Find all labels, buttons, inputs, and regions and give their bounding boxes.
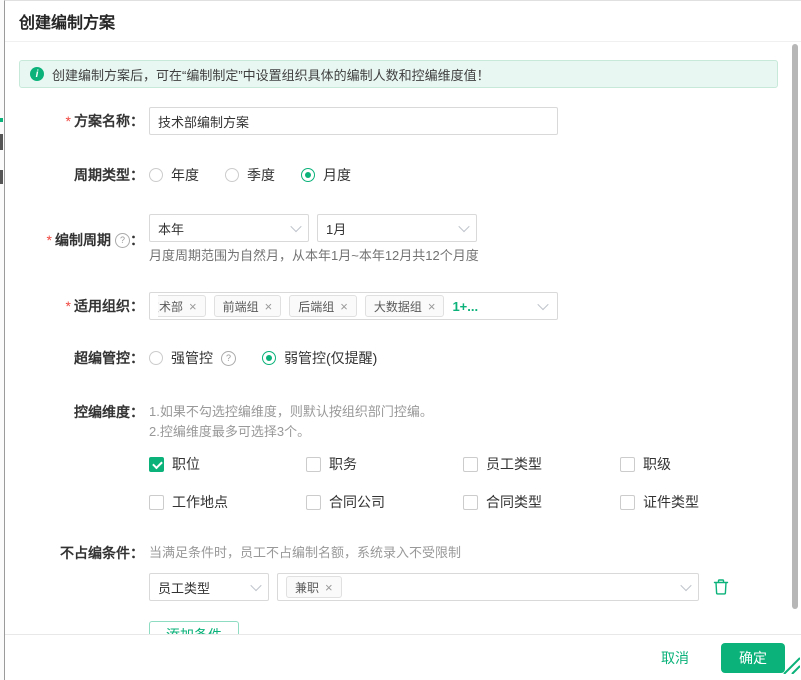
vertical-scrollbar[interactable] — [792, 44, 798, 609]
checkbox-contract-company[interactable]: 合同公司 — [306, 492, 463, 512]
dialog-body: i 创建编制方案后，可在“编制制定”中设置组织具体的编制人数和控编维度值！ * … — [5, 43, 801, 634]
checkbox-contract-type[interactable]: 合同类型 — [463, 492, 620, 512]
underlying-page-artifact — [0, 170, 3, 184]
checkbox-icon[interactable] — [149, 495, 164, 510]
underlying-page-artifact — [0, 134, 3, 150]
exempt-condition-label: 不占编条件： — [5, 544, 144, 634]
row-over-control: 超编管控： 强管控 ? 弱管控(仅提醒) — [5, 344, 801, 372]
row-cycle-type: 周期类型： 年度 季度 月度 — [5, 161, 801, 189]
org-overflow-count[interactable]: 1+... — [452, 299, 478, 314]
radio-circle-icon[interactable] — [149, 351, 163, 365]
applicable-org-label: * 适用组织： — [5, 292, 144, 320]
exempt-helper: 当满足条件时，员工不占编制名额，系统录入不受限制 — [149, 544, 801, 562]
row-applicable-org: * 适用组织： 技术部 × 前端组 × — [5, 292, 801, 320]
info-icon: i — [30, 67, 44, 81]
checkbox-checked-icon[interactable] — [149, 457, 164, 472]
condition-value-tag: 兼职 × — [286, 576, 342, 598]
org-multiselect[interactable]: 技术部 × 前端组 × 后端组 × — [149, 292, 558, 320]
over-control-label: 超编管控： — [5, 344, 144, 372]
radio-selected-icon[interactable] — [301, 168, 315, 182]
org-tag: 大数据组 × — [365, 295, 445, 317]
checkbox-icon[interactable] — [620, 495, 635, 510]
tag-close-icon[interactable]: × — [265, 300, 273, 313]
cycle-period-helper: 月度周期范围为自然月，从本年1月~本年12月共12个月度 — [149, 246, 479, 266]
dims-helper-1: 1.如果不勾选控编维度，则默认按组织部门控编。 — [149, 402, 777, 422]
chevron-down-icon — [537, 299, 548, 310]
confirm-button[interactable]: 确定 — [721, 643, 785, 673]
radio-year[interactable]: 年度 — [149, 165, 199, 185]
chevron-down-icon — [250, 580, 261, 591]
exempt-condition-row: 员工类型 兼职 × — [149, 573, 801, 601]
checkbox-icon[interactable] — [463, 495, 478, 510]
resize-handle[interactable] — [780, 654, 800, 679]
condition-field-select[interactable]: 员工类型 — [149, 573, 269, 601]
period-year-select[interactable]: 本年 — [149, 214, 309, 242]
row-exempt-condition: 不占编条件： 当满足条件时，员工不占编制名额，系统录入不受限制 员工类型 兼职 … — [5, 544, 801, 634]
chevron-down-icon — [458, 221, 469, 232]
row-control-dimensions: 控编维度： 1.如果不勾选控编维度，则默认按组织部门控编。 2.控编维度最多可选… — [5, 402, 801, 512]
radio-circle-icon[interactable] — [225, 168, 239, 182]
org-tag: 前端组 × — [214, 295, 282, 317]
checkbox-position[interactable]: 职位 — [149, 454, 306, 474]
tag-close-icon[interactable]: × — [340, 300, 348, 313]
create-staffing-plan-dialog: 创建编制方案 i 创建编制方案后，可在“编制制定”中设置组织具体的编制人数和控编… — [4, 0, 801, 680]
checkbox-work-location[interactable]: 工作地点 — [149, 492, 306, 512]
chevron-down-icon — [680, 580, 691, 591]
cycle-period-label: * 编制周期 ? ： — [5, 214, 144, 266]
checkbox-icon[interactable] — [620, 457, 635, 472]
period-month-select[interactable]: 1月 — [317, 214, 477, 242]
control-dimensions-label: 控编维度： — [5, 402, 144, 512]
info-banner-text: 创建编制方案后，可在“编制制定”中设置组织具体的编制人数和控编维度值！ — [52, 65, 490, 84]
cancel-button[interactable]: 取消 — [655, 647, 695, 669]
checkbox-certificate-type[interactable]: 证件类型 — [620, 492, 777, 512]
checkbox-employee-type[interactable]: 员工类型 — [463, 454, 620, 474]
plan-name-input[interactable] — [149, 107, 558, 135]
radio-quarter[interactable]: 季度 — [225, 165, 275, 185]
org-tag: 技术部 × — [158, 295, 206, 317]
dims-helper-2: 2.控编维度最多可选择3个。 — [149, 422, 777, 442]
checkbox-duty[interactable]: 职务 — [306, 454, 463, 474]
row-plan-name: * 方案名称： — [5, 107, 801, 135]
dialog-header: 创建编制方案 — [5, 1, 801, 42]
org-tag: 后端组 × — [289, 295, 357, 317]
radio-circle-icon[interactable] — [149, 168, 163, 182]
row-cycle-period: * 编制周期 ? ： 本年 1月 — [5, 214, 801, 266]
add-condition-button[interactable]: 添加条件 — [149, 621, 239, 634]
tag-close-icon[interactable]: × — [189, 300, 197, 313]
info-banner: i 创建编制方案后，可在“编制制定”中设置组织具体的编制人数和控编维度值！ — [19, 60, 778, 88]
radio-strong-control[interactable]: 强管控 ? — [149, 348, 236, 368]
checkbox-job-level[interactable]: 职级 — [620, 454, 777, 474]
underlying-page-artifact — [0, 118, 3, 122]
question-mark-icon[interactable]: ? — [115, 233, 130, 248]
trash-icon — [712, 578, 730, 596]
radio-weak-control[interactable]: 弱管控(仅提醒) — [262, 348, 377, 368]
question-mark-icon[interactable]: ? — [221, 351, 236, 366]
radio-selected-icon[interactable] — [262, 351, 276, 365]
checkbox-icon[interactable] — [306, 495, 321, 510]
resize-handle-icon — [780, 654, 800, 674]
checkbox-icon[interactable] — [463, 457, 478, 472]
checkbox-icon[interactable] — [306, 457, 321, 472]
radio-month[interactable]: 月度 — [301, 165, 351, 185]
condition-value-multiselect[interactable]: 兼职 × — [277, 573, 699, 601]
required-mark: * — [66, 113, 71, 129]
chevron-down-icon — [290, 221, 301, 232]
dialog-title: 创建编制方案 — [19, 9, 115, 33]
cycle-type-label: 周期类型： — [5, 161, 144, 189]
plan-form: * 方案名称： 周期类型： 年度 — [5, 107, 801, 634]
plan-name-label: * 方案名称： — [5, 107, 144, 135]
required-mark: * — [66, 298, 71, 314]
tag-close-icon[interactable]: × — [428, 300, 436, 313]
dims-checkbox-grid: 职位 职务 员工类型 职级 — [149, 454, 777, 512]
dialog-footer: 取消 确定 — [5, 634, 801, 680]
delete-condition-button[interactable] — [712, 578, 730, 596]
tag-close-icon[interactable]: × — [325, 581, 333, 594]
required-mark: * — [47, 232, 52, 248]
